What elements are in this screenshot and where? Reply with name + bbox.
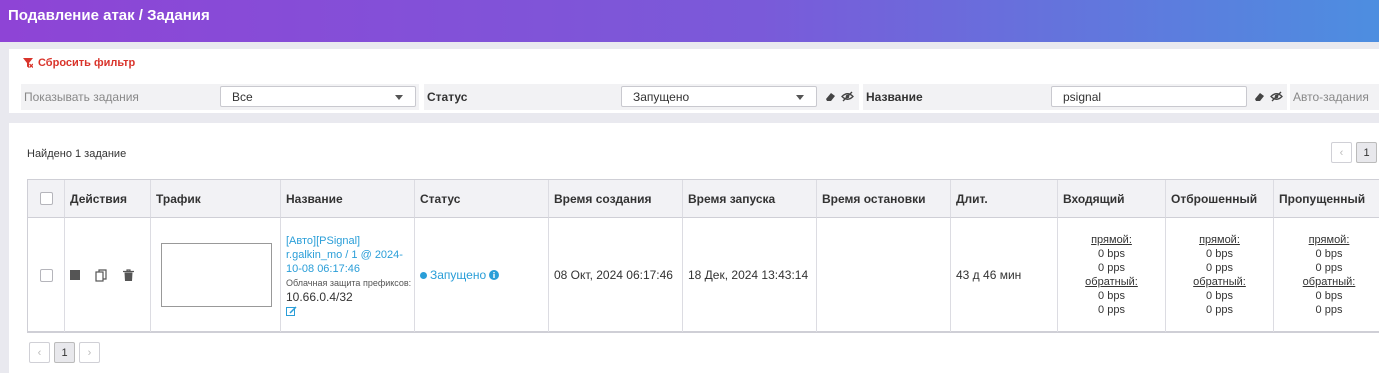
col-duration[interactable]: Длит. bbox=[951, 180, 1058, 218]
eraser-icon[interactable] bbox=[1253, 90, 1266, 103]
col-status[interactable]: Статус bbox=[415, 180, 549, 218]
select-all-cell bbox=[28, 180, 65, 218]
dropped-direct-label: прямой: bbox=[1199, 234, 1240, 246]
incoming-direct-pps: 0 pps bbox=[1098, 262, 1125, 274]
incoming-direct-label: прямой: bbox=[1091, 234, 1132, 246]
col-traffic[interactable]: Трафик bbox=[151, 180, 281, 218]
row-name: [Авто][PSignal] r.galkin_mo / 1 @ 2024-1… bbox=[281, 218, 415, 332]
trash-icon[interactable] bbox=[123, 269, 134, 281]
name-label: Название bbox=[863, 84, 1049, 110]
tasks-panel: Найдено 1 задание ‹ 1 Действия Трафик На… bbox=[9, 123, 1379, 373]
eye-slash-icon[interactable] bbox=[1270, 90, 1283, 103]
show-tasks-select-value: Все bbox=[232, 89, 253, 104]
col-incoming[interactable]: Входящий bbox=[1058, 180, 1166, 218]
col-stopped[interactable]: Время остановки bbox=[817, 180, 951, 218]
row-created: 08 Окт, 2024 06:17:46 bbox=[549, 218, 683, 332]
filter-row: Показывать задания Все Статус Запущено Н… bbox=[21, 84, 1379, 110]
caret-down-icon bbox=[395, 95, 403, 100]
found-count: Найдено 1 задание bbox=[27, 148, 127, 160]
col-actions[interactable]: Действия bbox=[65, 180, 151, 218]
status-text: Запущено bbox=[430, 268, 487, 282]
incoming-direct-bps: 0 bps bbox=[1098, 248, 1125, 260]
dropped-direct-bps: 0 bps bbox=[1206, 248, 1233, 260]
col-started[interactable]: Время запуска bbox=[683, 180, 817, 218]
row-dropped: прямой: 0 bps 0 pps обратный: 0 bps 0 pp… bbox=[1166, 218, 1274, 332]
page-title: Подавление атак / Задания bbox=[8, 7, 210, 24]
name-filter-value: psignal bbox=[1063, 89, 1102, 104]
pager-prev-bottom[interactable]: ‹ bbox=[29, 342, 50, 363]
eye-slash-icon[interactable] bbox=[841, 90, 854, 103]
show-tasks-select[interactable]: Все bbox=[220, 86, 416, 107]
row-started: 18 Дек, 2024 13:43:14 bbox=[683, 218, 817, 332]
col-name[interactable]: Название bbox=[281, 180, 415, 218]
status-dot-icon bbox=[420, 271, 427, 279]
status-select-value: Запущено bbox=[633, 89, 690, 104]
row-stopped bbox=[817, 218, 951, 332]
row-traffic bbox=[151, 218, 281, 332]
info-icon[interactable] bbox=[489, 270, 500, 280]
show-tasks-cell: Все bbox=[204, 84, 419, 110]
name-cell: psignal bbox=[1049, 84, 1287, 110]
filter-panel: Сбросить фильтр Показывать задания Все С… bbox=[9, 49, 1379, 113]
passed-direct-label: прямой: bbox=[1308, 234, 1350, 246]
dropped-reverse-pps: 0 pps bbox=[1206, 304, 1233, 316]
row-passed: прямой: 0 bps 0 pps обратный: 0 bps 0 pp… bbox=[1274, 218, 1379, 332]
dropped-reverse-label: обратный: bbox=[1193, 276, 1246, 288]
pager-page-bottom[interactable]: 1 bbox=[54, 342, 75, 363]
row-actions bbox=[65, 218, 151, 332]
passed-reverse-bps: 0 bps bbox=[1315, 290, 1343, 302]
row-select-cell bbox=[28, 218, 65, 332]
passed-direct-bps: 0 bps bbox=[1315, 248, 1343, 260]
protection-label: Облачная защита префиксов: bbox=[286, 277, 412, 288]
row-duration: 43 д 46 мин bbox=[951, 218, 1058, 332]
tasks-table: Действия Трафик Название Статус Время со… bbox=[27, 179, 1379, 333]
traffic-chart[interactable] bbox=[161, 243, 272, 307]
row-incoming: прямой: 0 bps 0 pps обратный: 0 bps 0 pp… bbox=[1058, 218, 1166, 332]
status-cell: Запущено bbox=[609, 84, 859, 110]
incoming-reverse-label: обратный: bbox=[1085, 276, 1138, 288]
filter-reset-icon bbox=[23, 58, 33, 68]
stop-icon[interactable] bbox=[70, 270, 80, 280]
passed-direct-pps: 0 pps bbox=[1315, 262, 1343, 274]
passed-reverse-pps: 0 pps bbox=[1315, 304, 1343, 316]
col-passed[interactable]: Пропущенный bbox=[1274, 180, 1379, 218]
row-checkbox[interactable] bbox=[39, 268, 53, 282]
dropped-direct-pps: 0 pps bbox=[1206, 262, 1233, 274]
pager-page-top[interactable]: 1 bbox=[1356, 142, 1377, 163]
incoming-reverse-bps: 0 bps bbox=[1098, 290, 1125, 302]
edit-icon[interactable] bbox=[286, 305, 297, 317]
passed-reverse-label: обратный: bbox=[1302, 276, 1356, 288]
pager-next-bottom[interactable]: › bbox=[79, 342, 100, 363]
reset-filter-button[interactable]: Сбросить фильтр bbox=[23, 57, 135, 69]
reset-filter-label: Сбросить фильтр bbox=[38, 57, 136, 69]
status-select[interactable]: Запущено bbox=[621, 86, 817, 107]
task-name-link[interactable]: [Авто][PSignal] r.galkin_mo / 1 @ 2024-1… bbox=[286, 234, 410, 276]
dropped-reverse-bps: 0 bps bbox=[1206, 290, 1233, 302]
copy-icon[interactable] bbox=[95, 268, 108, 282]
col-created[interactable]: Время создания bbox=[549, 180, 683, 218]
row-status: Запущено bbox=[415, 218, 549, 332]
status-label: Статус bbox=[424, 84, 609, 110]
page-header: Подавление атак / Задания bbox=[0, 0, 1379, 42]
show-tasks-label: Показывать задания bbox=[21, 84, 204, 110]
prefix-value: 10.66.0.4/32 bbox=[286, 289, 353, 304]
auto-tasks-label: Авто-задания bbox=[1290, 84, 1379, 110]
caret-down-icon bbox=[796, 95, 804, 100]
col-dropped[interactable]: Отброшенный bbox=[1166, 180, 1274, 218]
name-filter-input[interactable]: psignal bbox=[1051, 86, 1247, 107]
eraser-icon[interactable] bbox=[824, 90, 837, 103]
select-all-checkbox[interactable] bbox=[39, 192, 53, 205]
incoming-reverse-pps: 0 pps bbox=[1098, 304, 1125, 316]
pager-prev-top[interactable]: ‹ bbox=[1331, 142, 1352, 163]
